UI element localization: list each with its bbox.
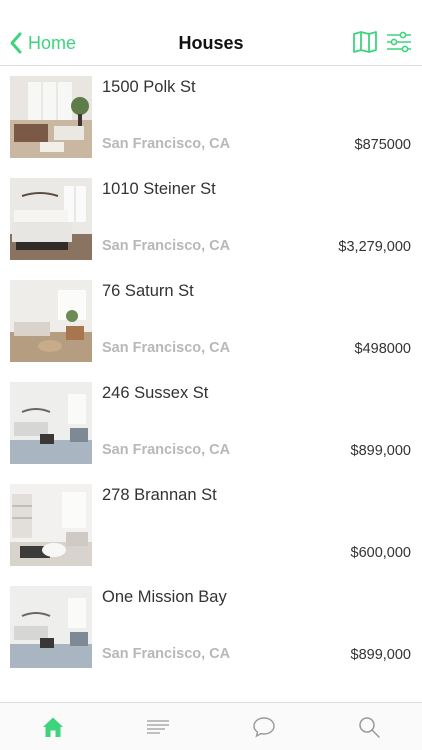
house-photo [10,484,92,566]
listing-city: San Francisco, CA [102,340,231,356]
listing-city: San Francisco, CA [102,646,231,662]
listing-price: $899,000 [350,647,411,663]
listing-street: 278 Brannan St [102,486,217,504]
listing-city: San Francisco, CA [102,442,231,458]
listing-row[interactable]: 1500 Polk St San Francisco, CA $875000 [0,66,422,168]
listing-row[interactable]: 76 Saturn St San Francisco, CA $498000 [0,270,422,372]
listing-city: San Francisco, CA [102,238,231,254]
house-photo [10,586,92,668]
chat-icon [253,716,275,737]
listing-list: 1500 Polk St San Francisco, CA $875000 1… [0,66,422,678]
tab-bar [0,702,422,750]
listing-street: One Mission Bay [102,588,227,606]
listing-street: 1010 Steiner St [102,180,216,198]
listing-row[interactable]: 278 Brannan St $600,000 [0,474,422,576]
listing-city: San Francisco, CA [102,136,231,152]
listing-price: $3,279,000 [338,239,411,255]
tab-search[interactable] [317,703,422,750]
house-photo [10,178,92,260]
list-icon [147,719,170,734]
listing-row[interactable]: 246 Sussex St San Francisco, CA $899,000 [0,372,422,474]
listing-price: $498000 [354,341,411,357]
home-icon [42,717,63,737]
listing-street: 76 Saturn St [102,282,194,300]
map-icon[interactable] [352,30,378,54]
listing-row[interactable]: 1010 Steiner St San Francisco, CA $3,279… [0,168,422,270]
listing-street: 1500 Polk St [102,78,196,96]
house-photo [10,280,92,362]
listing-price: $600,000 [350,545,411,561]
listing-street: 246 Sussex St [102,384,209,402]
search-icon [359,716,380,738]
listing-row[interactable]: One Mission Bay San Francisco, CA $899,0… [0,576,422,678]
tab-home[interactable] [0,703,106,750]
filter-sliders-icon[interactable] [386,30,412,54]
house-photo [10,76,92,158]
house-photo [10,382,92,464]
tab-list[interactable] [106,703,212,750]
listing-price: $899,000 [350,443,411,459]
listing-price: $875000 [354,137,411,153]
navigation-bar: Home Houses [0,0,422,66]
tab-chat[interactable] [211,703,317,750]
